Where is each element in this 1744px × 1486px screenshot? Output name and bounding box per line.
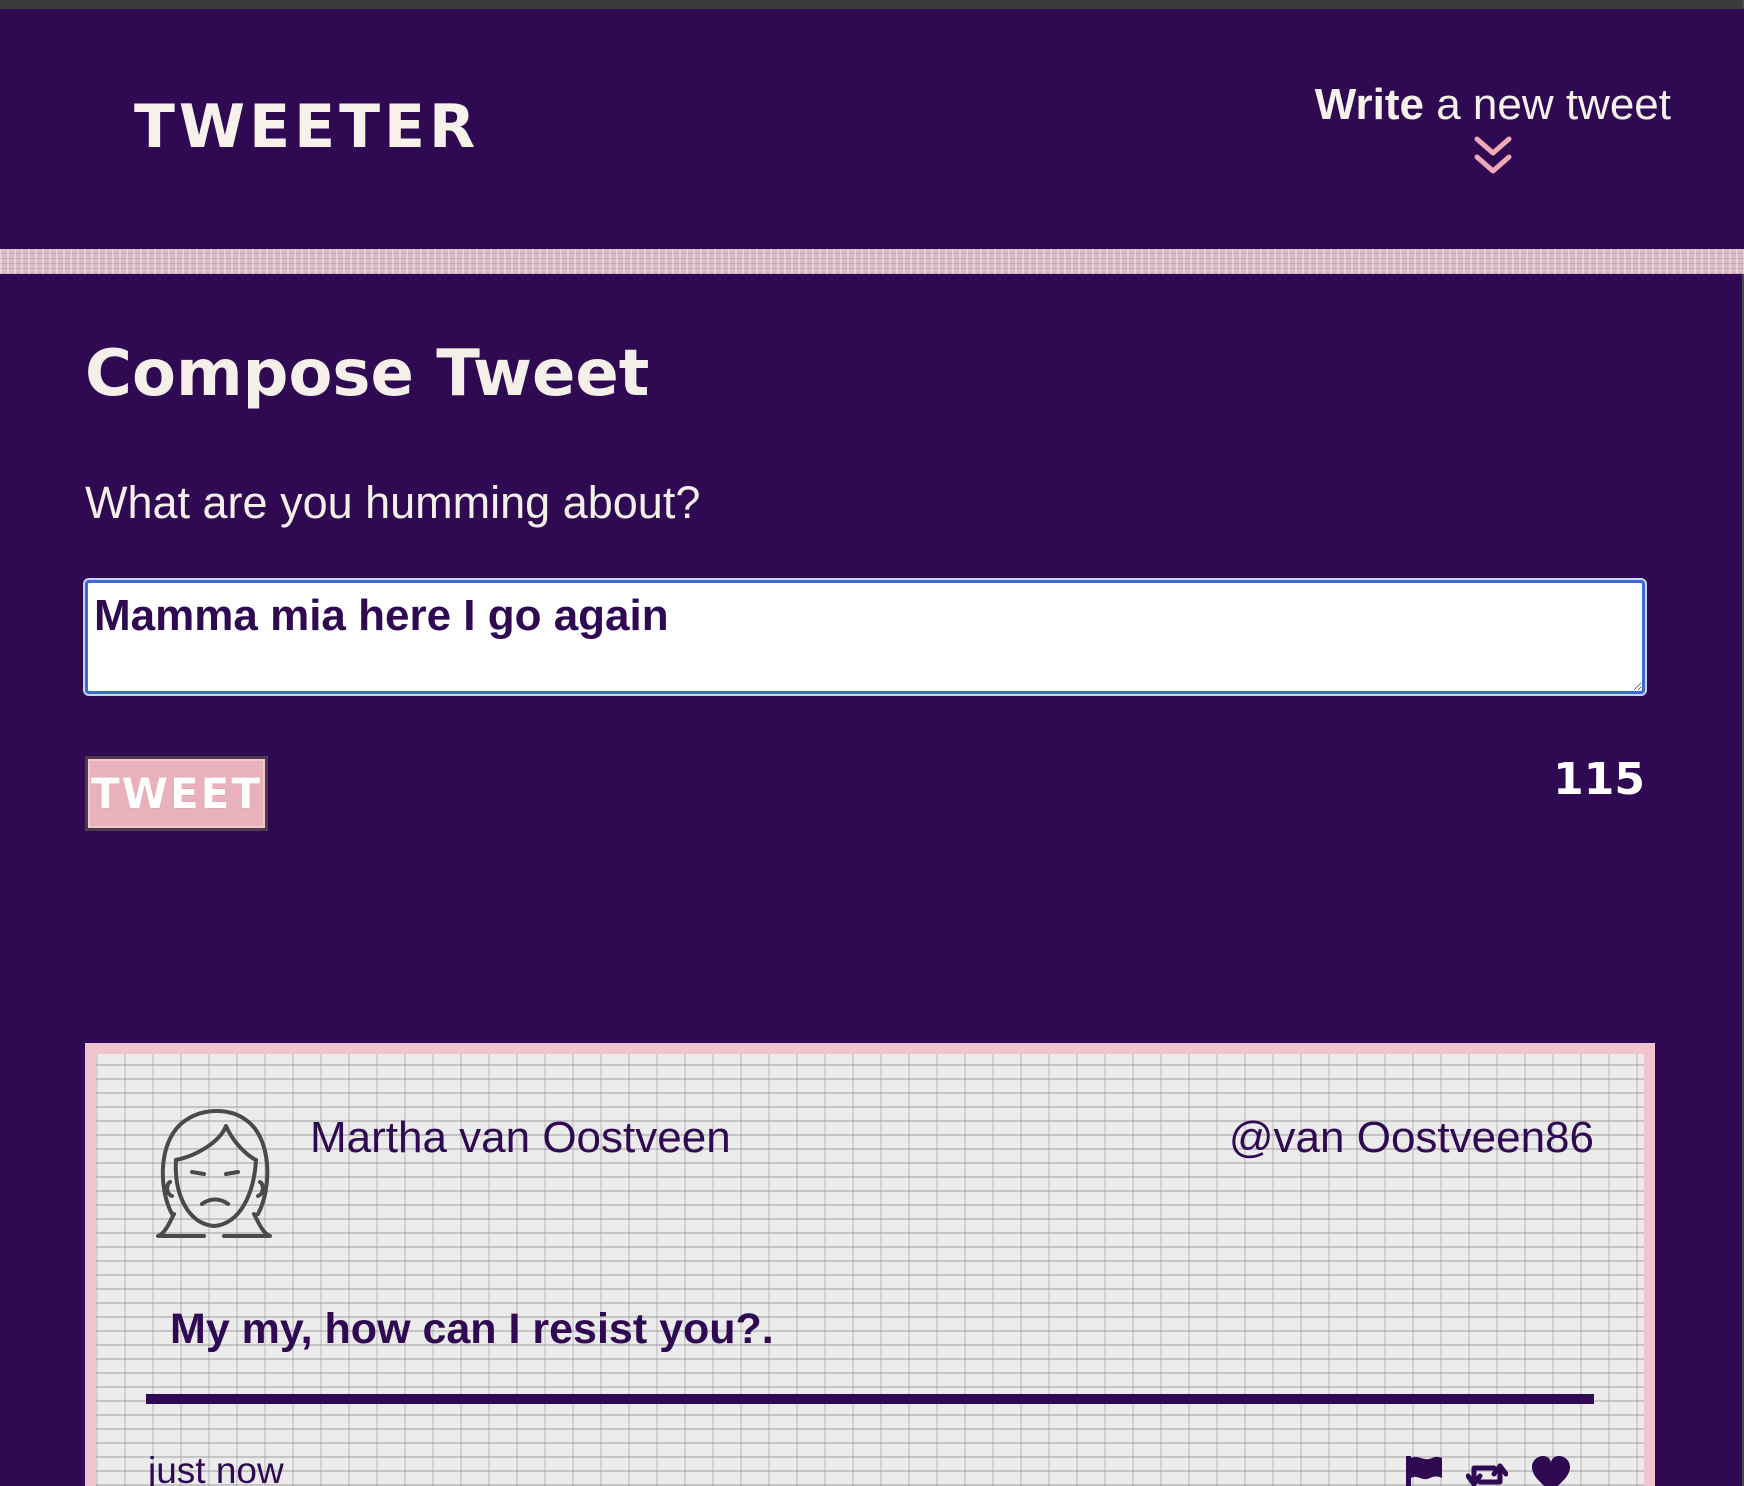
tweet-text-input[interactable]: Mamma mia here I go again (83, 578, 1647, 696)
tweet-author-name: Martha van Oostveen (310, 1113, 731, 1162)
woman-face-avatar-icon (156, 1109, 272, 1238)
decorative-texture-strip (0, 249, 1744, 274)
navbar: TWEETER Write a new tweet (0, 9, 1744, 249)
tweet-actions (1402, 1454, 1572, 1486)
write-new-tweet-label: Write a new tweet (1314, 80, 1671, 129)
retweet-icon[interactable] (1466, 1454, 1508, 1486)
double-chevron-down-icon[interactable] (1473, 135, 1513, 179)
write-new-tweet-toggle[interactable]: Write a new tweet (1314, 80, 1671, 179)
heart-icon[interactable] (1530, 1454, 1572, 1486)
compose-title: Compose Tweet (85, 337, 650, 411)
flag-icon[interactable] (1402, 1454, 1444, 1486)
compose-prompt-label: What are you humming about? (85, 477, 701, 528)
tweet-submit-button[interactable]: TWEET (85, 756, 268, 831)
brand-logo: TWEETER (134, 92, 480, 162)
write-new-tweet-label-rest: a new tweet (1423, 80, 1671, 129)
tweet-card: Martha van Oostveen @van Oostveen86 My m… (85, 1043, 1655, 1486)
window-top-edge (0, 0, 1744, 9)
tweet-content: My my, how can I resist you?. (170, 1305, 774, 1353)
tweet-author-handle: @van Oostveen86 (1228, 1113, 1594, 1162)
tweet-timestamp: just now (148, 1450, 284, 1486)
tweet-divider (146, 1394, 1594, 1404)
write-new-tweet-label-bold: Write (1314, 80, 1424, 129)
character-counter: 115 (1553, 754, 1645, 805)
